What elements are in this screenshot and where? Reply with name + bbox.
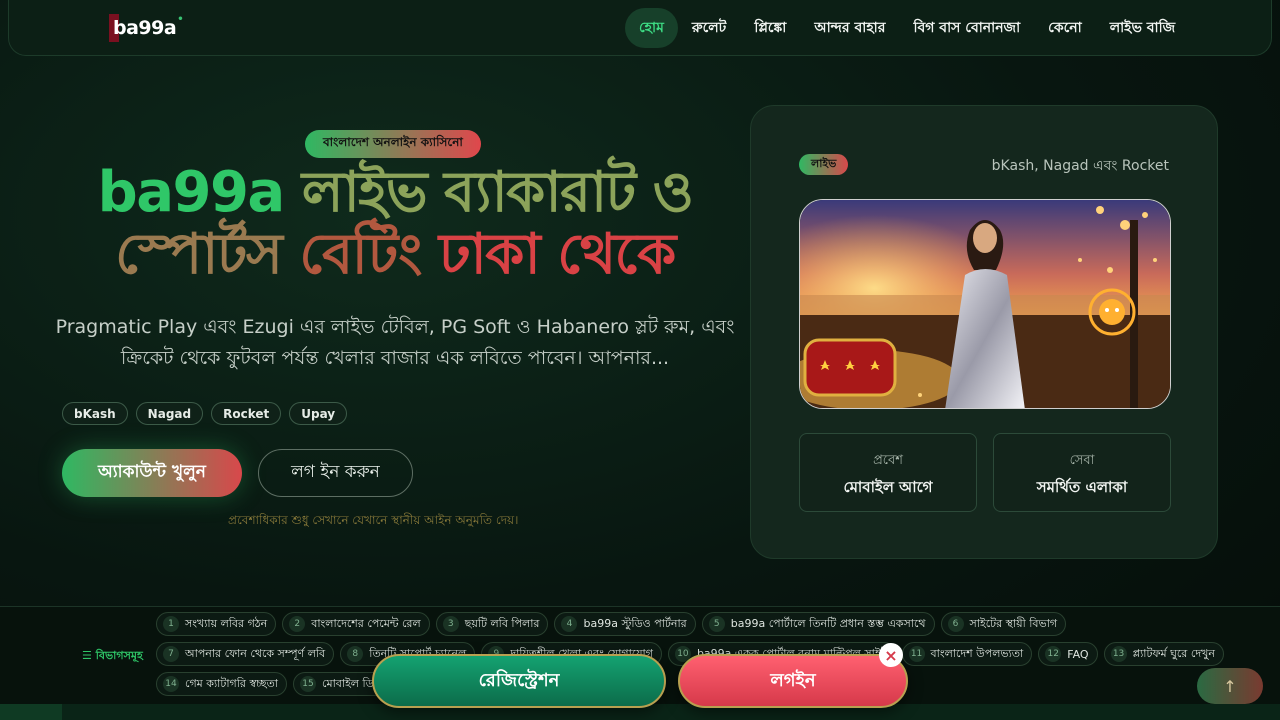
nav-item-big-bass[interactable]: বিগ বাস বোনানজা xyxy=(899,8,1034,48)
hero-title-part-5: ঢাকা থেকে xyxy=(438,222,677,287)
category-chip[interactable]: 7 আপনার ফোন থেকে সম্পূর্ণ লবি xyxy=(156,642,335,666)
open-account-button[interactable]: অ্যাকাউন্ট খুলুন xyxy=(62,449,242,497)
category-text: ছয়টি লবি পিলার xyxy=(464,616,540,630)
category-number: 4 xyxy=(561,616,578,632)
payment-chips: bKash Nagad Rocket Upay xyxy=(62,402,348,425)
stat-service-label: সেবা xyxy=(1069,453,1095,468)
nav-item-andar-bahar[interactable]: আন্দর বাহার xyxy=(800,8,899,48)
hero-image xyxy=(799,199,1171,409)
hero-title: ba99a লাইভ ব্যাকারাট ও স্পোর্টস বেটিং ঢা… xyxy=(40,162,750,286)
category-row-3: 14 গেম ক্যাটাগরি স্বচ্ছতা 15 মোবাইল ডিভাইস xyxy=(156,672,408,696)
payment-chip-bkash: bKash xyxy=(62,402,128,425)
close-icon[interactable]: × xyxy=(879,643,903,667)
category-number: 2 xyxy=(289,616,306,632)
list-icon: ☰ xyxy=(82,649,96,662)
category-number: 6 xyxy=(947,616,964,632)
payment-chip-nagad: Nagad xyxy=(135,402,204,425)
site-logo[interactable]: ba99a • xyxy=(109,14,188,42)
category-text: প্ল্যাটফর্ম ঘুরে দেখুন xyxy=(1132,646,1215,660)
categories-label: ☰ বিভাগসমূহ xyxy=(82,647,143,666)
category-chip[interactable]: 11 বাংলাদেশ উপলভ্যতা xyxy=(901,642,1033,666)
casino-illustration xyxy=(800,200,1170,408)
nav-item-plinko[interactable]: প্লিঙ্কো xyxy=(740,8,800,48)
category-text: ba99a পোর্টালে তিনটি প্রধান স্তম্ভ একসাথ… xyxy=(730,616,926,630)
category-text: আপনার ফোন থেকে সম্পূর্ণ লবি xyxy=(185,646,326,660)
hero-title-part-4: বেটিং xyxy=(299,222,422,287)
category-chip[interactable]: 14 গেম ক্যাটাগরি স্বচ্ছতা xyxy=(156,672,287,696)
floating-register-button[interactable]: রেজিস্ট্রেশন xyxy=(372,654,666,708)
hero-description: Pragmatic Play এবং Ezugi এর লাইভ টেবিল, … xyxy=(55,316,735,369)
stat-access-label: প্রবেশ xyxy=(873,453,903,468)
category-chip[interactable]: 5 ba99a পোর্টালে তিনটি প্রধান স্তম্ভ একসা… xyxy=(701,612,935,636)
hero-badge: বাংলাদেশ অনলাইন ক্যাসিনো xyxy=(305,130,481,158)
payment-chip-rocket: Rocket xyxy=(211,402,282,425)
category-text: সাইটের স্থায়ী বিভাগ xyxy=(969,616,1058,630)
stat-service-value: সমর্থিত এলাকা xyxy=(1036,478,1128,496)
nav-item-home[interactable]: হোম xyxy=(625,8,678,48)
category-number: 3 xyxy=(442,616,459,632)
stat-access: প্রবেশ মোবাইল আগে xyxy=(799,433,977,512)
nav-item-keno[interactable]: কেনো xyxy=(1034,8,1096,48)
arrow-up-icon: ↑ xyxy=(1223,676,1237,696)
stat-service: সেবা সমর্থিত এলাকা xyxy=(993,433,1171,512)
main-nav: হোম রুলেট প্লিঙ্কো আন্দর বাহার বিগ বাস ব… xyxy=(625,8,1189,48)
floating-login-button[interactable]: লগইন xyxy=(678,654,908,708)
site-header: ba99a • হোম রুলেট প্লিঙ্কো আন্দর বাহার বি… xyxy=(8,0,1272,56)
category-chip[interactable]: 13 প্ল্যাটফর্ম ঘুরে দেখুন xyxy=(1103,642,1224,666)
back-to-top-button[interactable]: ↑ xyxy=(1197,668,1263,704)
logo-dot-icon: • xyxy=(177,14,184,25)
category-text: বাংলাদেশের পেমেন্ট রেল xyxy=(311,616,421,630)
live-badge: লাইভ xyxy=(799,154,849,175)
category-row-1: 1 সংখ্যায় লবির গঠন 2 বাংলাদেশের পেমেন্ট র… xyxy=(156,612,1067,636)
category-chip[interactable]: 6 সাইটের স্থায়ী বিভাগ xyxy=(940,612,1067,636)
category-text: সংখ্যায় লবির গঠন xyxy=(185,616,268,630)
category-chip[interactable]: 3 ছয়টি লবি পিলার xyxy=(435,612,549,636)
category-number: 11 xyxy=(908,646,925,662)
category-chip[interactable]: 2 বাংলাদেশের পেমেন্ট রেল xyxy=(282,612,430,636)
category-number: 7 xyxy=(163,646,179,662)
hero-title-part-3: স্পোর্টস xyxy=(115,222,283,287)
category-text: FAQ xyxy=(1067,647,1089,661)
category-number: 14 xyxy=(163,676,179,692)
nav-item-roulette[interactable]: রুলেট xyxy=(678,8,740,48)
category-chip[interactable]: 1 সংখ্যায় লবির গঠন xyxy=(156,612,277,636)
stat-access-value: মোবাইল আগে xyxy=(843,478,933,496)
category-text: ba99a স্টুডিও পার্টনার xyxy=(583,616,687,630)
category-number: 13 xyxy=(1110,646,1127,662)
category-number: 5 xyxy=(708,616,725,632)
logo-text: ba99a xyxy=(113,17,177,39)
hero-title-brand: ba99a xyxy=(97,160,286,225)
category-number: 1 xyxy=(163,616,179,632)
legal-disclaimer: প্রবেশাধিকার শুধু সেখানে যেখানে স্থানীয়… xyxy=(228,513,519,527)
payment-chip-upay: Upay xyxy=(289,402,348,425)
category-number: 8 xyxy=(347,646,364,662)
category-number: 15 xyxy=(300,676,316,692)
hero-title-part-2: লাইভ ব্যাকারাট ও xyxy=(301,160,694,225)
category-chip[interactable]: 12 FAQ xyxy=(1038,642,1098,666)
category-text: বাংলাদেশ উপলভ্যতা xyxy=(930,646,1024,660)
category-chip[interactable]: 4 ba99a স্টুডিও পার্টনার xyxy=(554,612,696,636)
category-text: গেম ক্যাটাগরি স্বচ্ছতা xyxy=(185,676,278,690)
login-button[interactable]: লগ ইন করুন xyxy=(258,449,413,497)
categories-label-text: বিভাগসমূহ xyxy=(95,649,143,662)
bottom-strip-accent xyxy=(0,704,62,720)
nav-item-live-betting[interactable]: লাইভ বাজি xyxy=(1096,8,1189,48)
promo-card: লাইভ bKash, Nagad এবং Rocket প্রবেশ মোবা… xyxy=(750,105,1218,559)
card-payments-text: bKash, Nagad এবং Rocket xyxy=(991,158,1169,174)
category-number: 12 xyxy=(1045,646,1062,662)
